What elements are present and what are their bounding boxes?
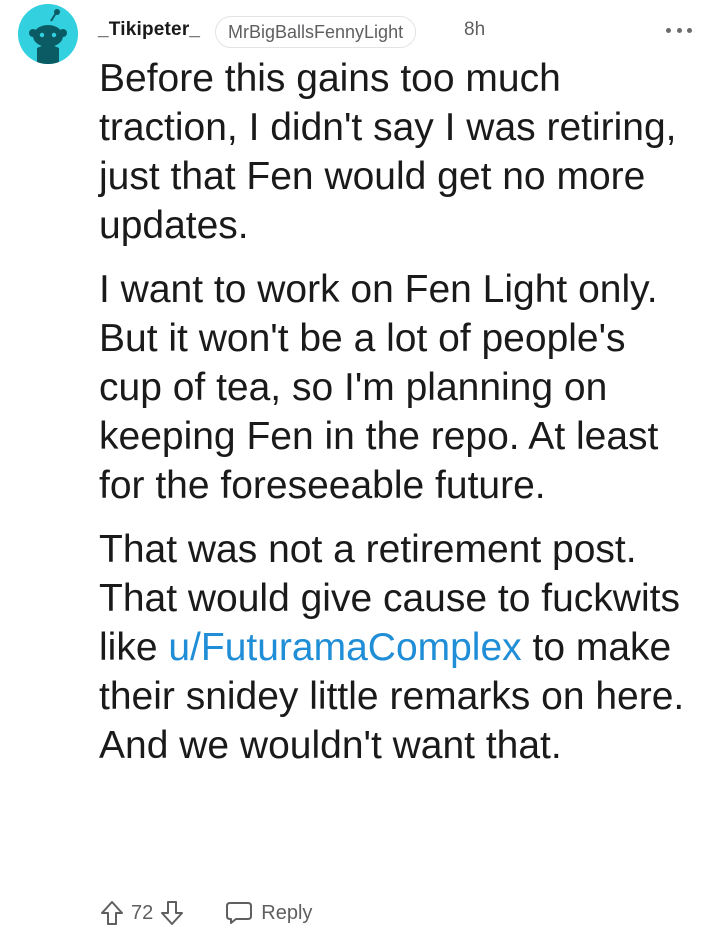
user-flair: MrBigBallsFennyLight bbox=[215, 16, 417, 48]
author-username[interactable]: _Tikipeter_ bbox=[98, 19, 200, 41]
comment: _Tikipeter_ MrBigBallsFennyLight 8h Befo… bbox=[0, 0, 706, 950]
more-options-icon[interactable] bbox=[664, 18, 694, 42]
comment-paragraph-1: Before this gains too much traction, I d… bbox=[99, 57, 677, 247]
more-dot bbox=[666, 27, 671, 33]
comment-paragraph-3: That was not a retirement post. That wou… bbox=[99, 525, 699, 770]
comment-age: 8h bbox=[464, 19, 486, 40]
comment-body: Before this gains too much traction, I d… bbox=[99, 54, 699, 785]
comment-paragraph-2: I want to work on Fen Light only. But it… bbox=[99, 268, 659, 507]
snoo-avatar-icon bbox=[18, 4, 78, 64]
more-dot bbox=[676, 27, 682, 33]
avatar[interactable] bbox=[18, 4, 78, 64]
downvote-arrow-icon[interactable] bbox=[159, 899, 185, 927]
more-dot bbox=[687, 27, 692, 33]
upvote-arrow-icon[interactable] bbox=[99, 899, 125, 927]
reply-bubble-icon bbox=[226, 902, 253, 924]
reply-button[interactable]: Reply bbox=[225, 900, 312, 926]
user-mention-link[interactable]: u/FuturamaComplex bbox=[168, 626, 521, 669]
reply-label: Reply bbox=[261, 901, 313, 924]
comment-actions: 72 Reply bbox=[99, 896, 312, 930]
vote-score: 72 bbox=[131, 901, 154, 924]
